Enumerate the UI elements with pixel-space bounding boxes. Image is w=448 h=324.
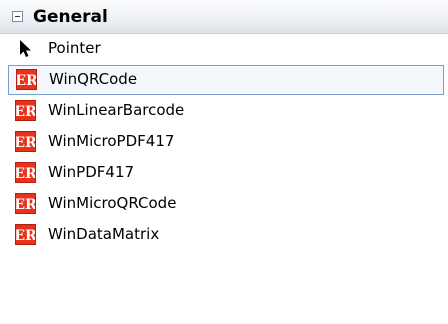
toolbox-item-label: WinQRCode <box>49 70 138 88</box>
toolbox-item-label: WinDataMatrix <box>48 225 160 243</box>
svg-text:ER: ER <box>16 166 35 182</box>
toolbox-item-windatamatrix[interactable]: ER WinDataMatrix <box>0 220 448 250</box>
er-logo-icon: ER <box>15 162 36 183</box>
er-logo-icon: ER <box>15 224 36 245</box>
toolbox-item-label: WinPDF417 <box>48 163 135 181</box>
toolbox-panel: General Pointer ER WinQRCode ER WinLinea… <box>0 0 448 324</box>
toolbox-item-winpdf417[interactable]: ER WinPDF417 <box>0 158 448 188</box>
svg-text:ER: ER <box>16 104 35 120</box>
collapse-minus-icon[interactable] <box>12 11 23 22</box>
pointer-arrow-icon <box>15 38 36 59</box>
er-logo-icon: ER <box>15 193 36 214</box>
toolbox-item-label: Pointer <box>48 39 101 57</box>
toolbox-item-winlinearbarcode[interactable]: ER WinLinearBarcode <box>0 96 448 126</box>
toolbox-item-label: WinLinearBarcode <box>48 101 185 119</box>
er-logo-icon: ER <box>15 100 36 121</box>
toolbox-item-winqrcode[interactable]: ER WinQRCode <box>8 65 444 95</box>
toolbox-item-winmicropdf417[interactable]: ER WinMicroPDF417 <box>0 127 448 157</box>
toolbox-item-label: WinMicroPDF417 <box>48 132 175 150</box>
svg-text:ER: ER <box>16 228 35 244</box>
svg-text:ER: ER <box>16 197 35 213</box>
svg-text:ER: ER <box>17 73 36 89</box>
group-title: General <box>33 7 108 27</box>
er-logo-icon: ER <box>15 131 36 152</box>
group-header-general[interactable]: General <box>0 0 448 34</box>
svg-text:ER: ER <box>16 135 35 151</box>
toolbox-item-pointer[interactable]: Pointer <box>0 34 448 64</box>
toolbox-item-label: WinMicroQRCode <box>48 194 177 212</box>
er-logo-icon: ER <box>16 69 37 90</box>
toolbox-item-winmicroqrcode[interactable]: ER WinMicroQRCode <box>0 189 448 219</box>
